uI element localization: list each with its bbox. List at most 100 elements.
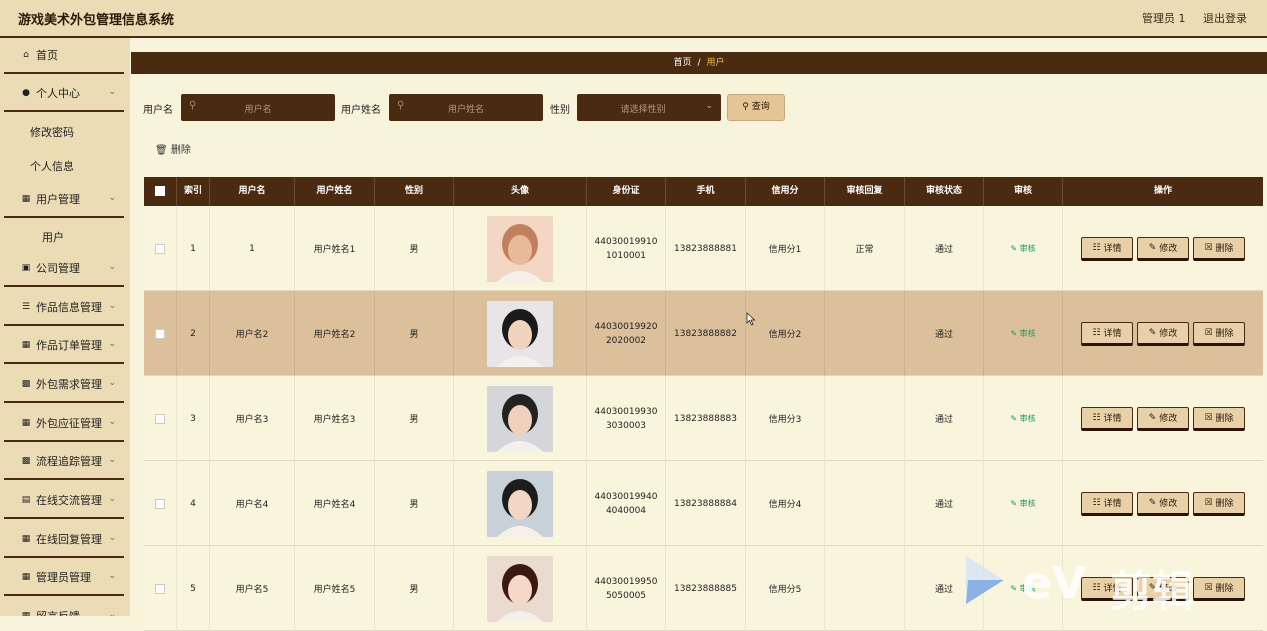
- cell-phone: 13823888881: [666, 206, 746, 291]
- avatar: [487, 300, 553, 367]
- table-icon: ▦: [21, 340, 31, 350]
- sidebar-item-home[interactable]: ⌂ 首页: [4, 38, 124, 74]
- sidebar-subitem-personal-info[interactable]: 个人信息: [30, 158, 74, 174]
- sidebar-item-company-management[interactable]: ▣ 公司管理 ⌄: [4, 251, 124, 287]
- cell-gender: 男: [375, 206, 454, 291]
- watermark-logo-icon: e V: [966, 556, 1086, 609]
- chevron-down-icon: ⌄: [108, 571, 116, 581]
- cell-realname: 用户姓名4: [295, 461, 375, 546]
- pencil-icon: ✎: [1010, 244, 1020, 253]
- sidebar-subitem-user[interactable]: 用户: [42, 229, 64, 245]
- audit-link-label: 审核: [1019, 329, 1036, 338]
- home-icon: ⌂: [23, 50, 29, 60]
- logout-link[interactable]: 退出登录: [1203, 12, 1247, 25]
- delete-button-label: 删除: [1215, 244, 1234, 254]
- cell-username: 1: [210, 206, 295, 291]
- delete-button[interactable]: ☒ 删除: [1193, 491, 1245, 516]
- cell-actions: ☷ 详情 ✎ 修改 ☒ 删除: [1063, 376, 1263, 461]
- table-row[interactable]: 3 用户名3 用户姓名3 男 44030019930 3030003 13823888883…: [144, 376, 1263, 461]
- row-select-cell: [144, 376, 177, 461]
- breadcrumb-current: 用户: [706, 58, 725, 68]
- avatar: [487, 470, 553, 537]
- cell-audit-reply: [825, 376, 905, 461]
- sidebar-item-process-tracking[interactable]: ▩ 流程追踪管理 ⌄: [4, 444, 124, 480]
- cell-username: 用户名4: [210, 461, 295, 546]
- cell-credit: 信用分5: [746, 546, 825, 631]
- detail-button[interactable]: ☷ 详情: [1081, 406, 1133, 431]
- trash-icon: ☒: [1204, 327, 1213, 338]
- sidebar-item-works-orders[interactable]: ▦ 作品订单管理 ⌄: [4, 328, 124, 364]
- row-checkbox[interactable]: [155, 498, 165, 509]
- cell-actions: ☷ 详情 ✎ 修改 ☒ 删除: [1063, 291, 1263, 376]
- current-user-label[interactable]: 管理员 1: [1142, 12, 1186, 25]
- edit-button[interactable]: ✎ 修改: [1137, 236, 1189, 261]
- gender-label: 性别: [550, 105, 570, 116]
- table-row[interactable]: 1 1 用户姓名1 男 44030019910 1010001 13823888881 信用分…: [144, 206, 1263, 291]
- avatar: [487, 385, 553, 452]
- batch-delete-label: 删除: [170, 145, 191, 156]
- realname-search-input[interactable]: ⚲ 用户姓名: [389, 94, 543, 121]
- table-row[interactable]: 2 用户名2 用户姓名2 男 44030019920 2020002 13823888882…: [144, 291, 1263, 376]
- detail-button[interactable]: ☷ 详情: [1081, 321, 1133, 346]
- sidebar-subitem-change-password[interactable]: 修改密码: [30, 124, 74, 140]
- sidebar-item-label: 在线回复管理: [36, 533, 102, 546]
- username-search-input[interactable]: ⚲ 用户名: [181, 94, 335, 121]
- cell-avatar: [454, 461, 587, 546]
- audit-link[interactable]: ✎ 审核: [1010, 243, 1035, 254]
- sidebar-item-outsourcing-demand[interactable]: ▩ 外包需求管理 ⌄: [4, 367, 124, 403]
- pencil-icon: ✎: [1010, 329, 1020, 338]
- sidebar-item-works-info[interactable]: ☰ 作品信息管理 ⌄: [4, 290, 124, 326]
- delete-button[interactable]: ☒ 删除: [1193, 236, 1245, 261]
- detail-button[interactable]: ☷ 详情: [1081, 491, 1133, 516]
- header-select-all[interactable]: [144, 177, 177, 206]
- cell-index: 2: [177, 291, 210, 376]
- idcard-line-2: 5050005: [605, 590, 647, 601]
- delete-button[interactable]: ☒ 删除: [1193, 406, 1245, 431]
- audit-link[interactable]: ✎ 审核: [1010, 413, 1035, 424]
- edit-button[interactable]: ✎ 修改: [1137, 491, 1189, 516]
- chevron-down-icon: ⌄: [108, 610, 116, 616]
- sidebar-item-label: 公司管理: [36, 262, 80, 275]
- cell-audit: ✎ 审核: [984, 376, 1063, 461]
- edit-button-label: 修改: [1159, 414, 1178, 424]
- header-user-area: 管理员 1 退出登录: [1128, 10, 1247, 26]
- sidebar: ⌂ 首页 ● 个人中心 ⌄ 修改密码 个人信息 ▦ 用户管理 ⌄ 用户 ▣ 公司…: [0, 38, 130, 616]
- row-checkbox[interactable]: [155, 328, 165, 339]
- edit-button-label: 修改: [1159, 499, 1178, 509]
- breadcrumb-home[interactable]: 首页: [673, 58, 691, 68]
- batch-delete-button[interactable]: 🗑 删除: [155, 141, 191, 156]
- sidebar-item-feedback[interactable]: ▦ 留言反馈 ⌄: [4, 599, 124, 616]
- edit-button[interactable]: ✎ 修改: [1137, 406, 1189, 431]
- trash-icon: ☒: [1204, 497, 1213, 508]
- watermark-text: 剪辑: [1110, 567, 1195, 616]
- row-checkbox[interactable]: [155, 413, 165, 424]
- select-all-checkbox[interactable]: [155, 185, 165, 196]
- cell-idcard: 44030019910 1010001: [587, 206, 666, 291]
- table-row[interactable]: 4 用户名4 用户姓名4 男 44030019940 4040004 13823888884…: [144, 461, 1263, 546]
- row-checkbox[interactable]: [155, 243, 165, 254]
- cell-audit-reply: [825, 291, 905, 376]
- cell-avatar: [454, 206, 587, 291]
- edit-button[interactable]: ✎ 修改: [1137, 321, 1189, 346]
- audit-link-label: 审核: [1019, 244, 1036, 253]
- row-checkbox[interactable]: [155, 583, 165, 594]
- audit-link[interactable]: ✎ 审核: [1010, 328, 1035, 339]
- cell-credit: 信用分1: [746, 206, 825, 291]
- sidebar-item-online-chat[interactable]: ▤ 在线交流管理 ⌄: [4, 483, 124, 519]
- sidebar-item-online-reply[interactable]: ▦ 在线回复管理 ⌄: [4, 522, 124, 558]
- sidebar-item-personal-center[interactable]: ● 个人中心 ⌄: [4, 76, 124, 112]
- audit-link[interactable]: ✎ 审核: [1010, 498, 1035, 509]
- delete-button[interactable]: ☒ 删除: [1193, 321, 1245, 346]
- search-button[interactable]: ⚲ 查询: [727, 94, 785, 121]
- edit-button-label: 修改: [1159, 244, 1178, 254]
- breadcrumb: 首页 / 用户: [131, 52, 1267, 74]
- cell-gender: 男: [375, 376, 454, 461]
- idcard-line-2: 3030003: [605, 420, 647, 431]
- gender-select[interactable]: 请选择性别 ⌄: [577, 94, 721, 121]
- sidebar-item-user-management[interactable]: ▦ 用户管理 ⌄: [4, 182, 124, 218]
- sidebar-item-admin-management[interactable]: ▦ 管理员管理 ⌄: [4, 560, 124, 596]
- detail-button[interactable]: ☷ 详情: [1081, 236, 1133, 261]
- col-credit: 信用分: [746, 177, 825, 206]
- sidebar-item-outsourcing-applications[interactable]: ▦ 外包应征管理 ⌄: [4, 406, 124, 442]
- cell-credit: 信用分3: [746, 376, 825, 461]
